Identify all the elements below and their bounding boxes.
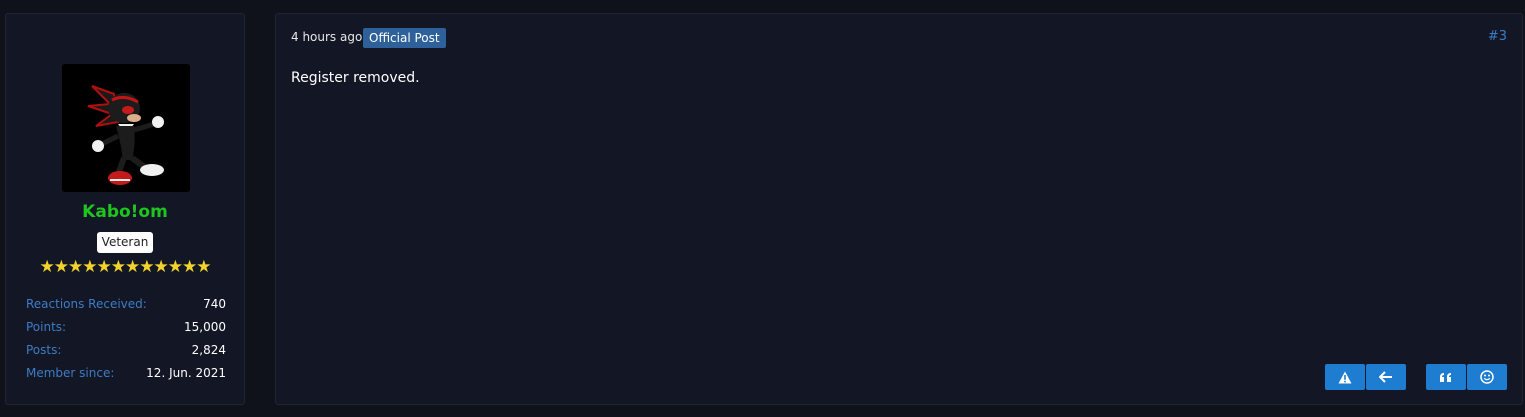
stat-label[interactable]: Reactions Received:: [26, 296, 147, 319]
stat-value: 740: [203, 297, 226, 311]
post-time[interactable]: 4 hours ago: [291, 30, 362, 44]
stat-label[interactable]: Points:: [26, 319, 66, 342]
react-button[interactable]: [1467, 364, 1507, 390]
stat-reactions: Reactions Received: 740: [26, 296, 226, 319]
post-permalink[interactable]: #3: [1488, 29, 1507, 44]
stat-value: 2,824: [191, 343, 226, 357]
avatar-character-image: [62, 64, 190, 192]
quote-icon: [1440, 372, 1451, 382]
username[interactable]: Kabo!om: [6, 202, 244, 222]
author-stats: Reactions Received: 740 Points: 15,000 P…: [26, 296, 226, 388]
arrow-left-icon: [1379, 371, 1392, 383]
stat-label[interactable]: Posts:: [26, 342, 61, 365]
stat-value: 15,000: [184, 320, 226, 334]
stat-label[interactable]: Member since:: [26, 365, 114, 388]
avatar[interactable]: [62, 64, 190, 192]
author-sidebar: Kabo!om Veteran ★★★★★★★★★★★★ Reactions R…: [5, 13, 245, 405]
smile-icon: [1480, 370, 1494, 384]
page: Kabo!om Veteran ★★★★★★★★★★★★ Reactions R…: [0, 0, 1525, 417]
rank-stars: ★★★★★★★★★★★★: [39, 257, 212, 277]
stat-member-since: Member since: 12. Jun. 2021: [26, 365, 226, 388]
official-post-badge: Official Post: [363, 28, 446, 48]
rank-badge: Veteran: [97, 232, 153, 253]
post: 4 hours ago Official Post #3 Register re…: [275, 13, 1523, 405]
stat-value: 12. Jun. 2021: [146, 366, 226, 380]
warning-icon: [1338, 371, 1352, 383]
reply-button[interactable]: [1366, 364, 1406, 390]
post-body: Register removed.: [291, 70, 420, 86]
stat-posts: Posts: 2,824: [26, 342, 226, 365]
quote-button[interactable]: [1426, 364, 1466, 390]
stat-points: Points: 15,000: [26, 319, 226, 342]
report-button[interactable]: [1325, 364, 1365, 390]
